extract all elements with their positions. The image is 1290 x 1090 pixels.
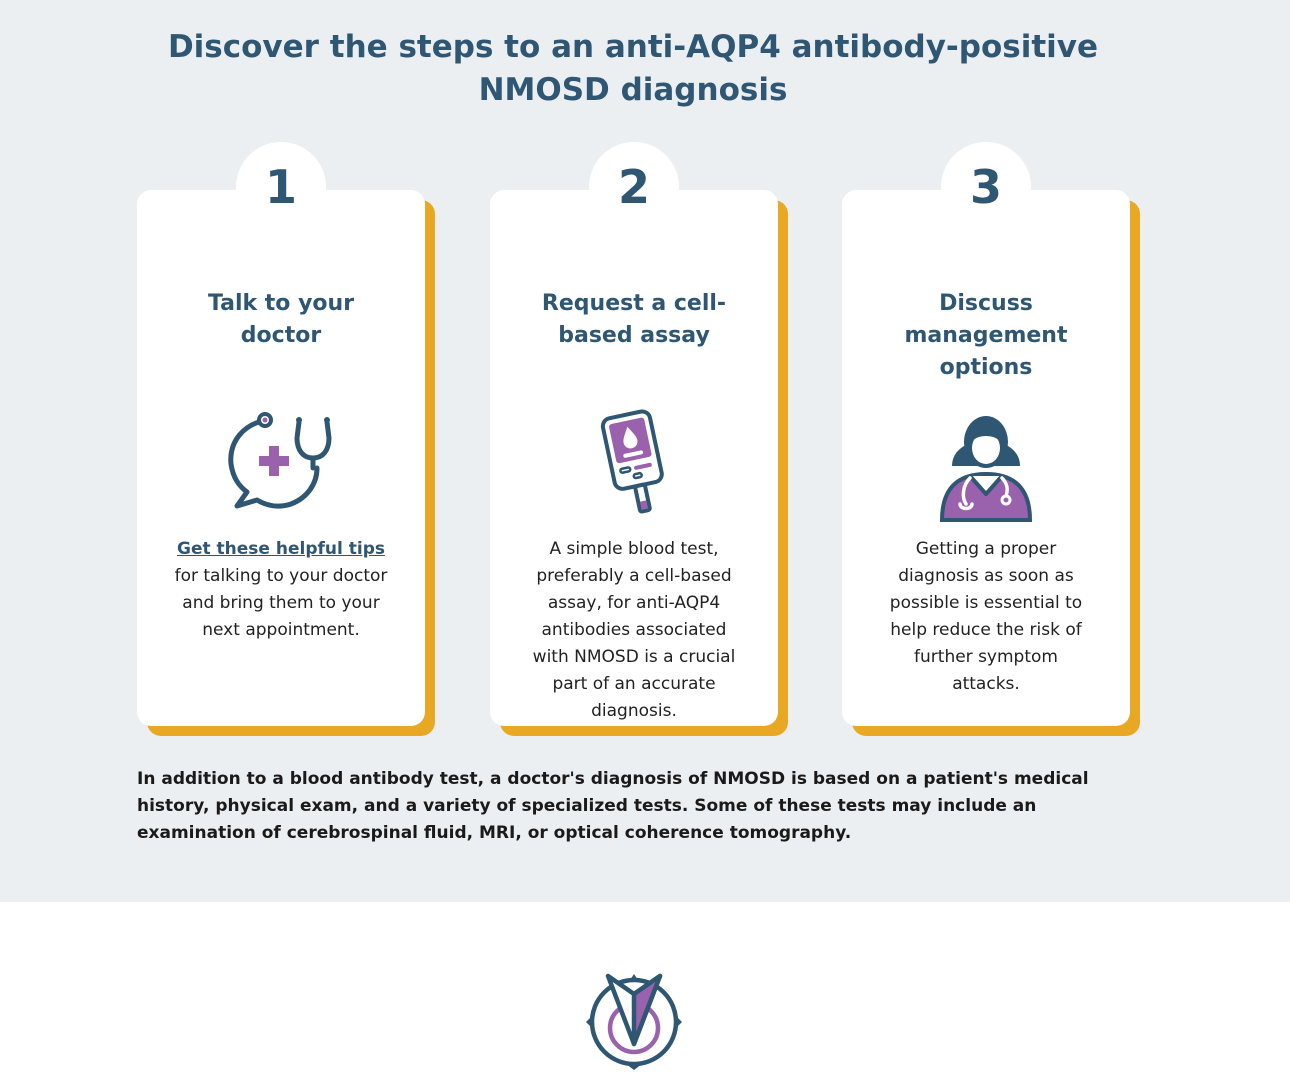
stethoscope-chat-icon bbox=[228, 412, 332, 509]
step-card-2: Request a cell-based assay A simple bloo… bbox=[490, 140, 790, 738]
step-title: Discuss management options bbox=[904, 291, 1068, 380]
step-card-1: Talk to your doctor Get these helpful ti… bbox=[137, 140, 437, 738]
step-number: 2 bbox=[589, 142, 679, 232]
card-body-panel: Discuss management options Getting a pro… bbox=[842, 190, 1130, 726]
blood-test-device-icon bbox=[600, 409, 664, 514]
doctor-icon bbox=[939, 416, 1033, 522]
card-body-panel: Talk to your doctor Get these helpful ti… bbox=[137, 190, 425, 726]
steps-section: Discover the steps to an anti-AQP4 antib… bbox=[0, 0, 1290, 902]
step-number: 3 bbox=[941, 142, 1031, 232]
compass-logo-icon bbox=[586, 973, 682, 1070]
step-card-3: Discuss management options Getting a pro… bbox=[842, 140, 1142, 738]
step-title: Request a cell-based assay bbox=[541, 291, 727, 348]
step-description: Getting a proper diagnosis as soon as po… bbox=[889, 539, 1083, 694]
step-body-text: for talking to your doctor and bring the… bbox=[174, 566, 388, 640]
step-title: Talk to your doctor bbox=[207, 291, 355, 348]
step-description: A simple blood test, preferably a cell-b… bbox=[532, 539, 736, 721]
step-number: 1 bbox=[236, 142, 326, 232]
card-body-panel: Request a cell-based assay A simple bloo… bbox=[490, 190, 778, 726]
diagnosis-footnote: In addition to a blood antibody test, a … bbox=[137, 769, 1089, 843]
page-title: Discover the steps to an anti-AQP4 antib… bbox=[167, 29, 1099, 108]
helpful-tips-link[interactable]: Get these helpful tips bbox=[173, 536, 389, 563]
step-description: Get these helpful tips for talking to yo… bbox=[173, 536, 389, 644]
